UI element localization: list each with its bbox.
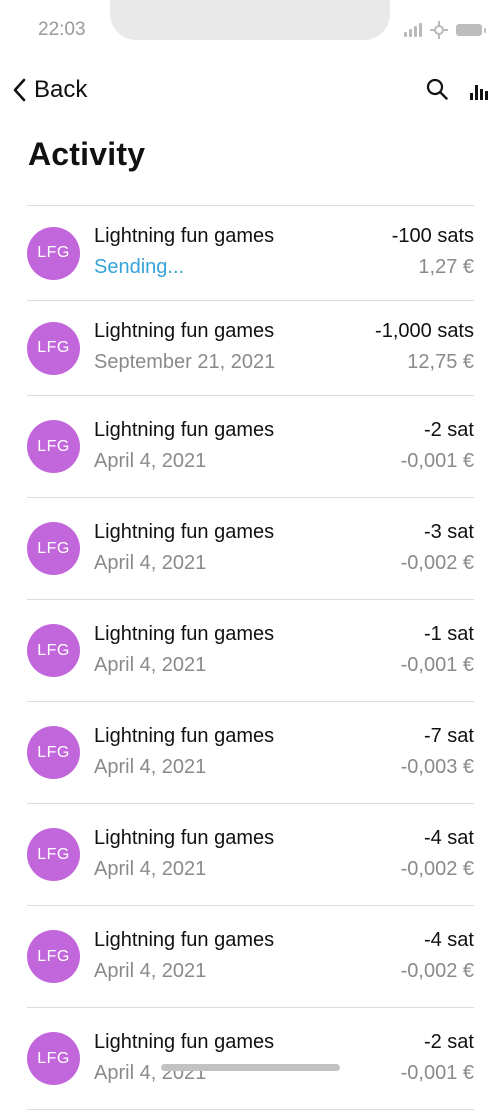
transaction-status: Sending... (94, 256, 185, 278)
transaction-title: Lightning fun games (94, 225, 275, 247)
stats-button[interactable] (470, 80, 488, 102)
transaction-amount: -4 sat (423, 928, 474, 951)
back-label: Back (34, 76, 88, 103)
chevron-left-icon (13, 78, 26, 102)
transaction-title: Lightning fun games (94, 1030, 275, 1053)
transaction-fiat-amount: -0,002 € (400, 959, 474, 982)
transaction-amount: -2 sat (423, 418, 474, 441)
avatar: LFG (27, 1032, 80, 1085)
transaction-fiat-amount: -0,001 € (400, 449, 474, 472)
transaction-fiat-amount: 1,27 € (418, 256, 474, 278)
status-bar: 22:03 (0, 0, 500, 60)
avatar: LFG (27, 930, 80, 983)
transaction-fiat-amount: 12,75 € (407, 351, 474, 373)
battery-icon (456, 24, 486, 36)
activity-list: LFG Lightning fun games Sending... -100 sat… (27, 205, 474, 1110)
transaction-fiat-amount: -0,002 € (400, 857, 474, 880)
page-title: Activity (28, 136, 146, 172)
transaction-row[interactable]: LFG Lightning fun games April 4, 2021 -7 sa… (27, 702, 474, 804)
transaction-row[interactable]: LFG Lightning fun games April 4, 2021 -2 sa… (27, 1008, 474, 1110)
transaction-date: April 4, 2021 (94, 653, 207, 676)
transaction-row[interactable]: LFG Lightning fun games April 4, 2021 -1 sa… (27, 600, 474, 702)
device-notch (110, 0, 390, 40)
avatar: LFG (27, 226, 80, 280)
transaction-date: September 21, 2021 (94, 351, 276, 373)
transaction-title: Lightning fun games (94, 622, 275, 645)
transaction-row[interactable]: LFG Lightning fun games April 4, 2021 -3 sa… (27, 498, 474, 600)
avatar: LFG (27, 828, 80, 881)
navigation-bar: Back (0, 68, 500, 114)
home-indicator (161, 1064, 340, 1071)
transaction-amount: -100 sats (391, 225, 474, 247)
avatar: LFG (27, 420, 80, 473)
transaction-row[interactable]: LFG Lightning fun games April 4, 2021 -4 sa… (27, 906, 474, 1008)
search-icon (426, 78, 448, 100)
transaction-amount: -4 sat (423, 826, 474, 849)
status-icons (404, 21, 486, 39)
transaction-title: Lightning fun games (94, 320, 275, 342)
network-icon (430, 21, 448, 39)
search-button[interactable] (426, 78, 448, 105)
signal-icon (404, 23, 422, 37)
transaction-fiat-amount: -0,001 € (400, 1061, 474, 1084)
avatar: LFG (27, 522, 80, 575)
transaction-row[interactable]: LFG Lightning fun games April 4, 2021 -4 sa… (27, 804, 474, 906)
transaction-date: April 4, 2021 (94, 755, 207, 778)
transaction-row[interactable]: LFG Lightning fun games Sending... -100 sat… (27, 206, 474, 301)
transaction-date: April 4, 2021 (94, 959, 207, 982)
transaction-fiat-amount: -0,003 € (400, 755, 474, 778)
transaction-date: April 4, 2021 (94, 551, 207, 574)
transaction-row[interactable]: LFG Lightning fun games April 4, 2021 -2 sa… (27, 396, 474, 498)
transaction-date: April 4, 2021 (94, 449, 207, 472)
transaction-title: Lightning fun games (94, 928, 275, 951)
status-time: 22:03 (38, 19, 86, 40)
avatar: LFG (27, 321, 80, 375)
transaction-amount: -1 sat (423, 622, 474, 645)
transaction-amount: -3 sat (423, 520, 474, 543)
transaction-amount: -7 sat (423, 724, 474, 747)
transaction-title: Lightning fun games (94, 520, 275, 543)
transaction-title: Lightning fun games (94, 418, 275, 441)
transaction-amount: -1,000 sats (375, 320, 474, 342)
avatar: LFG (27, 624, 80, 677)
bar-chart-icon (470, 85, 488, 100)
avatar: LFG (27, 726, 80, 779)
transaction-fiat-amount: -0,001 € (400, 653, 474, 676)
transaction-title: Lightning fun games (94, 724, 275, 747)
transaction-amount: -2 sat (423, 1030, 474, 1053)
transaction-date: April 4, 2021 (94, 857, 207, 880)
transaction-row[interactable]: LFG Lightning fun games September 21, 2021… (27, 301, 474, 396)
transaction-title: Lightning fun games (94, 826, 275, 849)
transaction-fiat-amount: -0,002 € (400, 551, 474, 574)
back-button[interactable]: Back (12, 76, 87, 104)
